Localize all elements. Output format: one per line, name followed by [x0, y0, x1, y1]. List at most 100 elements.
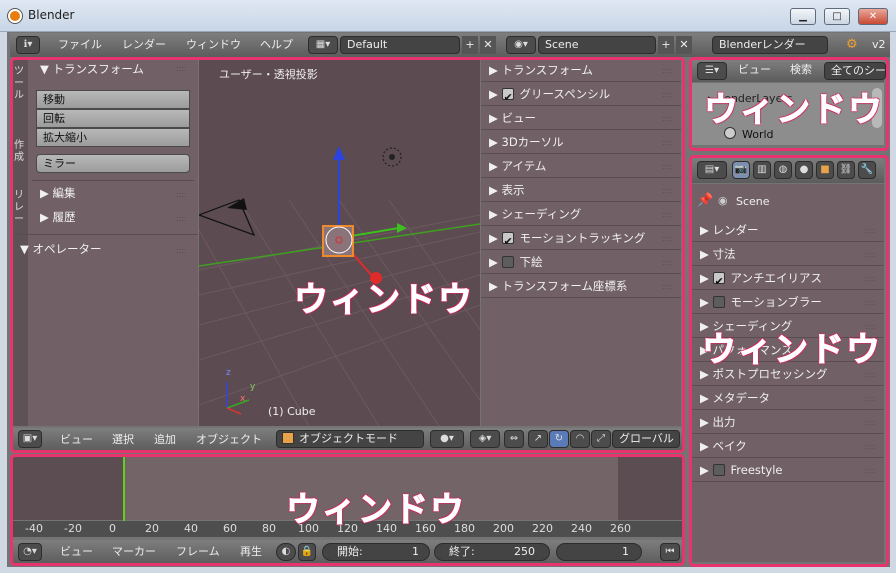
panel-grip-icon[interactable]: :::: [865, 250, 876, 259]
panel-grip-icon[interactable]: :::: [176, 214, 187, 223]
panel-grip-icon[interactable]: :::: [662, 234, 673, 243]
menu-add[interactable]: 追加 [154, 428, 176, 451]
properties-panel-8[interactable]: ▶ 出力:::: [692, 410, 884, 434]
properties-panel-0[interactable]: ▶ レンダー:::: [692, 218, 884, 242]
mirror-button[interactable]: ミラー [36, 154, 190, 173]
minimize-button[interactable]: ▁ [790, 8, 816, 25]
maximize-button[interactable]: □ [824, 8, 850, 25]
properties_n-panel-2[interactable]: ▶ ビュー:::: [481, 106, 681, 130]
panel-grip-icon[interactable]: :::: [865, 370, 876, 379]
pivot-point-icon[interactable]: ◈▾ [470, 430, 500, 448]
render-engine-dropdown[interactable]: Blenderレンダー [712, 36, 828, 54]
scene-icon[interactable]: ◉▾ [506, 36, 536, 54]
panel-checkbox[interactable] [501, 86, 514, 110]
jump-to-start-icon[interactable]: ⏮ [660, 543, 680, 561]
scale-button[interactable]: 拡大縮小 [36, 128, 190, 147]
layout-dropdown[interactable]: Default [340, 36, 460, 54]
panel-checkbox[interactable] [501, 256, 514, 268]
panel-grip-icon[interactable]: :::: [865, 394, 876, 403]
scene-dropdown[interactable]: Scene [538, 36, 656, 54]
timeline-editor-type-icon[interactable]: ◔▾ [18, 543, 42, 561]
object-tab-icon[interactable]: ■ [816, 161, 834, 179]
panel-checkbox[interactable] [712, 296, 725, 308]
panel-history-header[interactable]: ▶ 履歴 [40, 206, 76, 229]
panel-grip-icon[interactable]: :::: [662, 138, 673, 147]
scene-tab-icon[interactable]: ◍ [774, 161, 792, 179]
panel-operator-header[interactable]: ▼ オペレーター [20, 238, 102, 261]
scale-manipulator-icon[interactable]: ◠ [570, 430, 590, 448]
panel-checkbox[interactable] [712, 464, 725, 476]
properties_n-panel-6[interactable]: ▶ シェーディング:::: [481, 202, 681, 226]
properties-panel-10[interactable]: ▶ Freestyle:::: [692, 458, 884, 482]
constraints-tab-icon[interactable]: ⛓ [837, 161, 855, 179]
tab-relations[interactable]: リレー [14, 190, 26, 226]
add-layout-icon[interactable]: + [462, 36, 478, 54]
menu-object[interactable]: オブジェクト [196, 428, 262, 451]
panel-grip-icon[interactable]: :::: [176, 64, 187, 73]
properties-panel-3[interactable]: ▶ モーションブラー:::: [692, 290, 884, 314]
start-frame-field[interactable]: 開始: 1 [322, 543, 430, 561]
properties_n-panel-5[interactable]: ▶ 表示:::: [481, 178, 681, 202]
world-tab-icon[interactable]: ● [795, 161, 813, 179]
panel-grip-icon[interactable]: :::: [662, 210, 673, 219]
panel-checkbox[interactable] [712, 270, 725, 294]
panel-grip-icon[interactable]: :::: [662, 258, 673, 267]
panel-grip-icon[interactable]: :::: [865, 442, 876, 451]
current-frame-line[interactable] [123, 455, 125, 521]
orientation-dropdown[interactable]: グローバル [612, 430, 680, 448]
properties_n-panel-9[interactable]: ▶ トランスフォーム座標系:::: [481, 274, 681, 298]
menu-file[interactable]: ファイル [58, 33, 102, 57]
properties_n-panel-4[interactable]: ▶ アイテム:::: [481, 154, 681, 178]
panel-grip-icon[interactable]: :::: [176, 190, 187, 199]
viewport-3d[interactable] [199, 60, 480, 426]
menu-view[interactable]: ビュー [60, 428, 93, 451]
manipulator-toggle-icon[interactable]: ⇔ [504, 430, 524, 448]
properties_n-panel-8[interactable]: ▶ 下絵:::: [481, 250, 681, 274]
panel-grip-icon[interactable]: :::: [662, 162, 673, 171]
viewport-shading-icon[interactable]: ●▾ [430, 430, 464, 448]
properties_n-panel-7[interactable]: ▶ モーショントラッキング:::: [481, 226, 681, 254]
panel-grip-icon[interactable]: :::: [176, 246, 187, 255]
timeline-menu-view[interactable]: ビュー [60, 540, 93, 564]
translate-button[interactable]: 移動 [36, 90, 190, 109]
render-layers-tab-icon[interactable]: ▥ [753, 161, 771, 179]
timeline-menu-frame[interactable]: フレーム [176, 540, 220, 564]
translate-manipulator-icon[interactable]: ↗ [528, 430, 548, 448]
menu-window[interactable]: ウィンドウ [186, 33, 241, 57]
pin-icon[interactable]: 📌 [697, 193, 713, 208]
outliner-filter-dropdown[interactable]: 全てのシー [824, 62, 886, 80]
panel-grip-icon[interactable]: :::: [662, 282, 673, 291]
close-button[interactable]: ✕ [858, 8, 888, 25]
panel-grip-icon[interactable]: :::: [865, 418, 876, 427]
add-scene-icon[interactable]: + [658, 36, 674, 54]
menu-help[interactable]: ヘルプ [260, 33, 293, 57]
properties-panel-2[interactable]: ▶ アンチエイリアス:::: [692, 266, 884, 294]
view3d-editor-type-icon[interactable]: ▣▾ [18, 430, 42, 448]
scale-handle-icon[interactable]: ⤢ [591, 430, 611, 448]
record-icon[interactable]: ◐ [276, 543, 296, 561]
end-frame-field[interactable]: 終了: 250 [434, 543, 550, 561]
panel-grip-icon[interactable]: :::: [662, 90, 673, 99]
properties_n-panel-3[interactable]: ▶ 3Dカーソル:::: [481, 130, 681, 154]
properties-editor-type-icon[interactable]: ▤▾ [697, 161, 727, 179]
properties_n-panel-0[interactable]: ▶ トランスフォーム:::: [481, 58, 681, 82]
rotate-button[interactable]: 回転 [36, 109, 190, 128]
info-editor-type-icon[interactable]: ℹ▾ [16, 36, 40, 54]
timeline-menu-marker[interactable]: マーカー [112, 540, 156, 564]
lock-icon[interactable]: 🔒 [298, 543, 316, 561]
remove-scene-icon[interactable]: ✕ [676, 36, 692, 54]
panel-grip-icon[interactable]: :::: [865, 226, 876, 235]
mode-dropdown[interactable]: オブジェクトモード [276, 430, 424, 448]
properties-panel-7[interactable]: ▶ メタデータ:::: [692, 386, 884, 410]
screen-layout-icon[interactable]: ▦▾ [308, 36, 338, 54]
outliner-menu-view[interactable]: ビュー [738, 58, 771, 82]
panel-transform-header[interactable]: ▼ トランスフォーム [40, 58, 144, 81]
menu-render[interactable]: レンダー [122, 33, 166, 57]
panel-grip-icon[interactable]: :::: [662, 114, 673, 123]
timeline-menu-playback[interactable]: 再生 [240, 540, 262, 564]
tab-tools[interactable]: ツール [14, 66, 26, 102]
panel-grip-icon[interactable]: :::: [865, 298, 876, 307]
rotate-manipulator-icon[interactable]: ↻ [549, 430, 569, 448]
panel-grip-icon[interactable]: :::: [865, 274, 876, 283]
render-tab-icon[interactable]: 📷 [732, 161, 750, 179]
